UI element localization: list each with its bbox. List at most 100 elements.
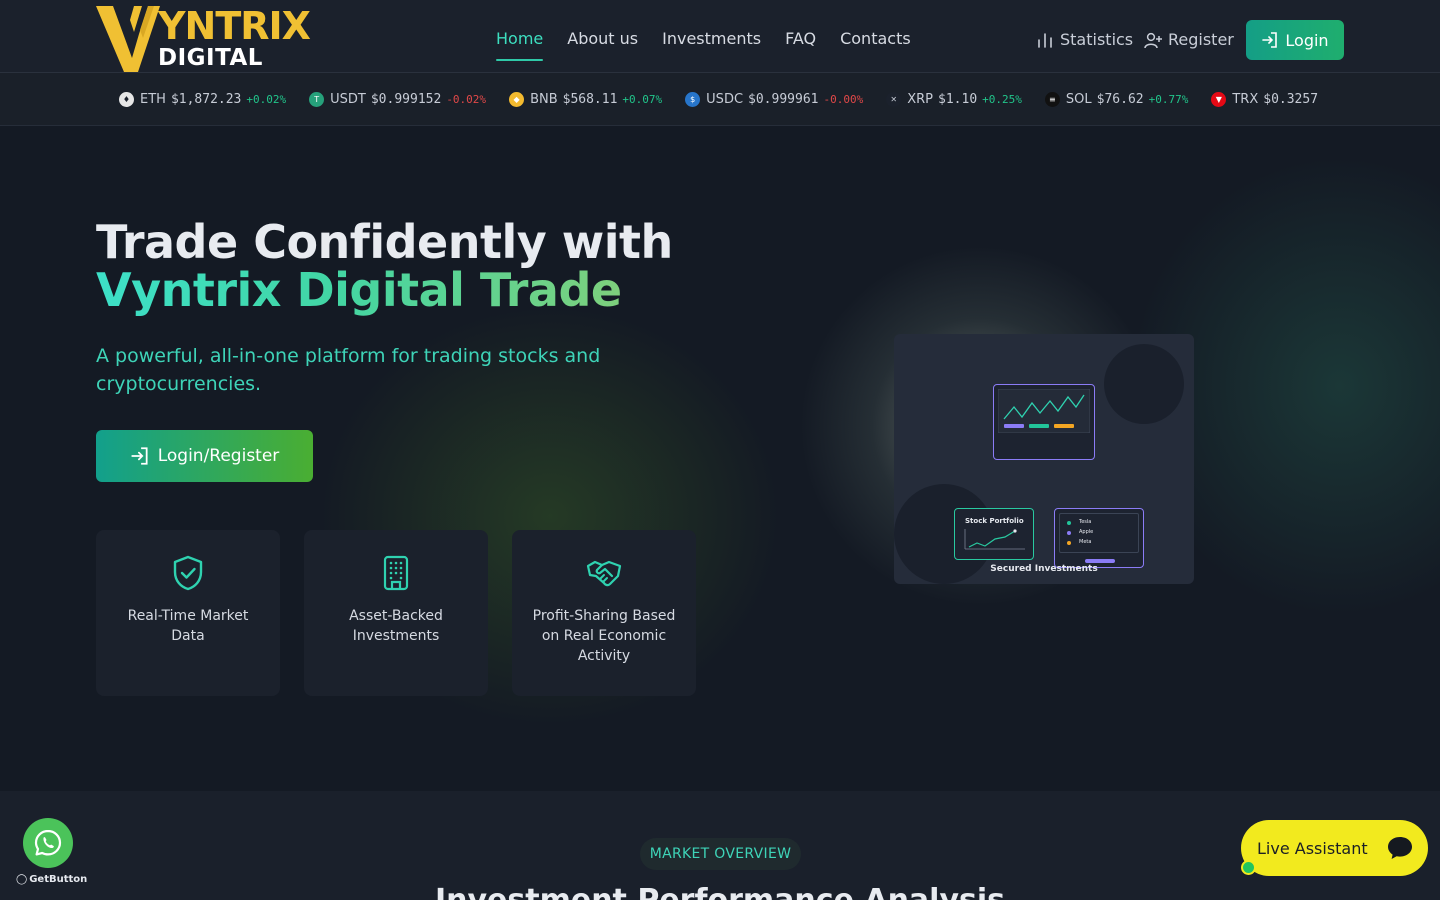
list-frame [1059, 513, 1139, 553]
ticker-change: +0.02% [246, 92, 287, 106]
register-label: Register [1168, 30, 1234, 49]
feature-card-asset-backed: Asset-Backed Investments [304, 530, 488, 696]
ticker-change: +0.77% [1148, 92, 1189, 106]
ticker-change: +0.25% [982, 92, 1022, 106]
ticker-track: ♦ ETH $1,872.23 +0.02% T USDT $0.999152 -0.02% ◆… [96, 73, 1344, 125]
ticker-change: +0.07% [622, 92, 663, 106]
hero-title: Trade Confidently with Vyntrix Digital T… [96, 218, 796, 314]
decor-circle [1104, 344, 1184, 424]
nav-faq[interactable]: FAQ [785, 29, 816, 49]
statistics-label: Statistics [1060, 30, 1134, 49]
bar-chart-icon [1038, 33, 1052, 48]
bullet [1067, 531, 1071, 535]
progress-pill [1085, 559, 1115, 563]
price-ticker: ♦ ETH $1,872.23 +0.02% T USDT $0.999152 -0.02% ◆… [0, 73, 1440, 126]
getbutton-label: GetButton [29, 874, 88, 885]
ticker-price: $0.999152 [370, 91, 442, 107]
ticker-price: $0.3257 [1263, 91, 1319, 107]
stock-portfolio-caption: Stock Portfolio [965, 517, 1024, 525]
handshake-icon [586, 560, 622, 587]
login-register-button[interactable]: Login/Register [96, 430, 313, 482]
bullet [1067, 541, 1071, 545]
ticker-symbol: USDT [330, 91, 366, 107]
illus-list-card: Tesla Apple Meta [1054, 508, 1144, 568]
register-link[interactable]: Register [1144, 30, 1234, 50]
hero-title-line1: Trade Confidently with [96, 215, 673, 269]
trx-coin-icon: ▼ [1211, 91, 1227, 107]
market-overview-section: MARKET OVERVIEW Investment Performance A… [0, 791, 1440, 900]
feature-card-profit-sharing: Profit-Sharing Based on Real Economic Ac… [512, 530, 696, 696]
ticker-change: -0.02% [446, 92, 487, 106]
shield-check-icon [173, 555, 203, 591]
chat-bubble-icon [1388, 837, 1412, 859]
online-status-dot [1241, 860, 1256, 875]
bullet [1067, 521, 1071, 525]
feature-label: Profit-Sharing Based on Real Economic Ac… [532, 608, 676, 664]
ticker-item-eth[interactable]: ♦ ETH $1,872.23 +0.02% [119, 91, 287, 107]
logo-wordmark-top: YNTRIX [158, 4, 311, 48]
illus-stock-portfolio-card: Stock Portfolio [954, 508, 1034, 560]
login-arrow-icon [131, 447, 148, 465]
hero-title-line2: Vyntrix Digital Trade [96, 263, 622, 317]
ticker-item-bnb[interactable]: ◆ BNB $568.11 +0.07% [509, 91, 663, 107]
login-label: Login [1285, 30, 1329, 50]
ticker-item-trx[interactable]: ▼ TRX $0.3257 [1211, 91, 1323, 107]
feature-card-market-data: Real-Time Market Data [96, 530, 280, 696]
ticker-item-sol[interactable]: ≡ SOL $76.62 +0.77% [1044, 91, 1189, 107]
hero-subtitle: A powerful, all-in-one platform for trad… [96, 345, 601, 395]
section-badge: MARKET OVERVIEW [640, 838, 801, 870]
xrp-coin-icon: ✕ [886, 91, 902, 107]
list-item: Tesla [1079, 519, 1092, 525]
legend-bar [1004, 424, 1024, 428]
main-nav: Home About us Investments FAQ Contacts [496, 29, 911, 61]
feature-label: Asset-Backed Investments [349, 608, 443, 644]
getbutton-logo-icon: ◯ [16, 874, 28, 885]
ticker-symbol: XRP [907, 91, 934, 107]
secured-investments-caption: Secured Investments [990, 564, 1098, 574]
ticker-price: $1,872.23 [170, 91, 242, 107]
ticker-price: $76.62 [1096, 91, 1144, 107]
ticker-symbol: USDC [706, 91, 744, 107]
ticker-price: $0.999961 [748, 91, 819, 107]
bnb-coin-icon: ◆ [509, 91, 525, 107]
whatsapp-button[interactable] [23, 818, 73, 868]
nav-home[interactable]: Home [496, 29, 544, 61]
sol-coin-icon: ≡ [1044, 91, 1060, 107]
ticker-symbol: ETH [140, 91, 166, 107]
user-plus-icon [1144, 32, 1162, 49]
ticker-symbol: SOL [1065, 91, 1092, 107]
login-button[interactable]: Login [1246, 20, 1344, 60]
legend-bar [1029, 424, 1049, 428]
cta-label: Login/Register [157, 446, 280, 466]
live-assistant-label: Live Assistant [1257, 838, 1368, 858]
live-assistant-button[interactable]: Live Assistant [1241, 820, 1428, 876]
ticker-symbol: BNB [530, 91, 558, 107]
usdt-coin-icon: T [309, 91, 325, 107]
eth-coin-icon: ♦ [119, 91, 134, 107]
statistics-link[interactable]: Statistics [1036, 30, 1133, 50]
login-arrow-icon [1262, 32, 1278, 48]
whatsapp-icon [34, 829, 62, 856]
trend-up-icon [964, 529, 1025, 550]
hero-section: Trade Confidently with Vyntrix Digital T… [0, 126, 1440, 791]
ticker-symbol: TRX [1232, 91, 1259, 107]
ticker-price: $1.10 [938, 91, 978, 107]
usdc-coin-icon: $ [685, 91, 701, 107]
getbutton-credit-link[interactable]: ◯ GetButton [16, 874, 87, 885]
list-item: Apple [1079, 529, 1094, 535]
ticker-item-xrp[interactable]: ✕ XRP $1.10 +0.25% [886, 91, 1022, 107]
ticker-item-usdt[interactable]: T USDT $0.999152 -0.02% [309, 91, 487, 107]
nav-contacts[interactable]: Contacts [840, 29, 911, 49]
illus-chart-card [993, 384, 1095, 460]
logo-v-mark-icon [96, 6, 160, 72]
ticker-item-usdc[interactable]: $ USDC $0.999961 -0.00% [685, 91, 863, 107]
building-icon [383, 555, 409, 591]
brand-logo[interactable]: YNTRIX DIGITAL TRADE [96, 4, 358, 99]
hero-illustration: Stock Portfolio Tesla Apple Meta Secured… [894, 334, 1194, 584]
ticker-price: $568.11 [562, 91, 618, 107]
feature-label: Real-Time Market Data [127, 608, 249, 644]
list-item: Meta [1079, 539, 1092, 545]
section-title: Investment Performance Analysis [0, 883, 1440, 900]
nav-about-us[interactable]: About us [567, 29, 638, 49]
nav-investments[interactable]: Investments [662, 29, 761, 49]
